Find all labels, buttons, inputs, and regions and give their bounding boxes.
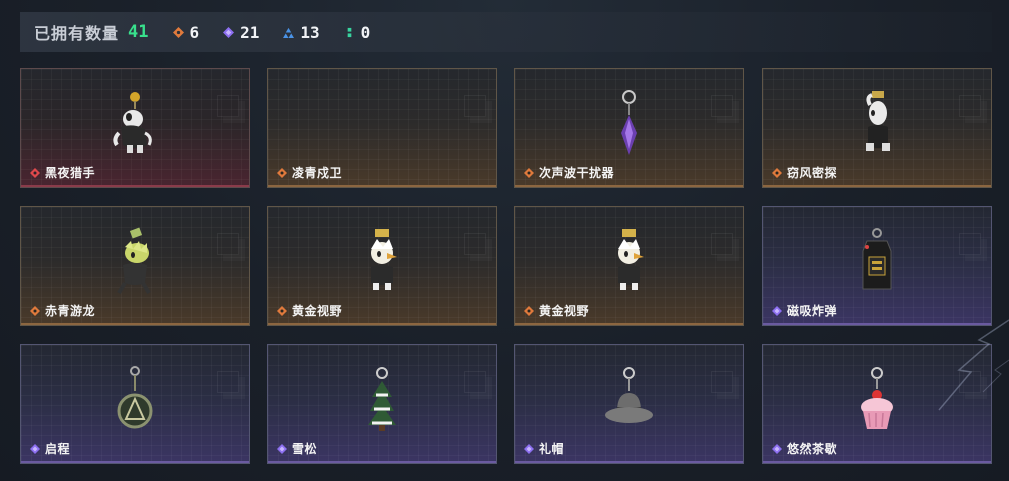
white-rabbit-figure-charm-icon [763,89,991,161]
orange-rarity-icon [524,305,534,316]
gold-figure-charm-icon [515,227,743,299]
charm-name-text: 赤青游龙 [45,304,96,318]
purple-rarity-icon [30,443,40,454]
green-dragon-figure-charm-icon [21,227,249,299]
purple-rarity-icon [772,443,782,454]
charm-card[interactable]: 窃风密探 [762,68,992,188]
charm-name: 悠然茶歇 [772,440,837,457]
orange-rarity-icon [30,305,40,316]
rarity-count-green: 0 [344,22,371,42]
charm-card[interactable]: 黑夜猎手 [20,68,250,188]
medallion-charm-icon [21,365,249,437]
owned-count-total: 41 [128,22,149,42]
rarity-count-purple: 21 [223,23,259,42]
owned-count-label: 已拥有数量 [34,26,120,43]
orange-diamond-icon [172,26,184,38]
charm-card[interactable]: 凌青戍卫 [267,68,497,188]
charm-name: 礼帽 [524,440,564,457]
orange-rarity-icon [277,305,287,316]
snow-pine-tree-charm-icon [268,365,496,437]
red-rarity-icon [30,167,40,178]
charm-card[interactable]: 赤青游龙 [20,206,250,326]
charm-card[interactable]: 磁吸炸弹 [762,206,992,326]
purple-diamond-icon [223,26,235,38]
charm-name: 窃风密探 [772,164,837,181]
rarity-count-purple-value: 21 [240,22,260,42]
purple-rarity-icon [277,443,287,454]
charm-name-text: 窃风密探 [787,166,838,180]
charm-name-text: 礼帽 [539,442,565,456]
rarity-count-green-value: 0 [360,22,371,42]
charm-name: 黄金视野 [277,302,342,319]
orange-rarity-icon [772,167,782,178]
charm-name: 赤青游龙 [30,302,95,319]
charm-name-text: 黑夜猎手 [45,166,96,180]
charm-card[interactable]: 礼帽 [514,344,744,464]
charm-name: 黑夜猎手 [30,164,95,181]
rarity-count-blue-value: 13 [300,22,320,42]
bomb-device-charm-icon [763,227,991,299]
charm-card[interactable]: 启程 [20,344,250,464]
rarity-count-blue: 13 [283,22,320,42]
charm-card[interactable]: 次声波干扰器 [514,68,744,188]
gold-figure-charm-icon [268,227,496,299]
charm-name: 启程 [30,440,70,457]
charm-name: 雪松 [277,440,317,457]
charm-name: 次声波干扰器 [524,164,614,181]
rarity-count-orange-value: 6 [189,22,200,42]
charm-name-text: 雪松 [292,442,318,456]
charm-card[interactable]: 雪松 [267,344,497,464]
charm-name-text: 凌青戍卫 [292,166,343,180]
charm-name-text: 黄金视野 [539,304,590,318]
fedora-hat-charm-icon [515,365,743,437]
green-colon-icon [347,27,352,37]
charm-name-text: 次声波干扰器 [539,166,615,180]
charm-name: 磁吸炸弹 [772,302,837,319]
purple-rarity-icon [524,443,534,454]
charm-name-text: 磁吸炸弹 [787,304,838,318]
cupcake-charm-icon [763,365,991,437]
blue-triangle-icon [283,27,295,38]
charm-card[interactable]: 黄金视野 [514,206,744,326]
charm-name-text: 黄金视野 [292,304,343,318]
owned-count-bar: 已拥有数量 41 6 21 13 0 [20,12,992,52]
rarity-count-orange: 6 [172,22,200,42]
charm-name: 黄金视野 [524,302,589,319]
white-cat-figure-charm-icon [21,89,249,161]
charm-card[interactable]: 黄金视野 [267,206,497,326]
purple-crystal-charm-icon [515,89,743,161]
purple-rarity-icon [772,305,782,316]
empty-charm-icon [268,89,496,161]
charm-name-text: 启程 [45,442,71,456]
charm-name: 凌青戍卫 [277,164,342,181]
orange-rarity-icon [277,167,287,178]
orange-rarity-icon [524,167,534,178]
charm-name-text: 悠然茶歇 [787,442,838,456]
charm-card[interactable]: 悠然茶歇 [762,344,992,464]
